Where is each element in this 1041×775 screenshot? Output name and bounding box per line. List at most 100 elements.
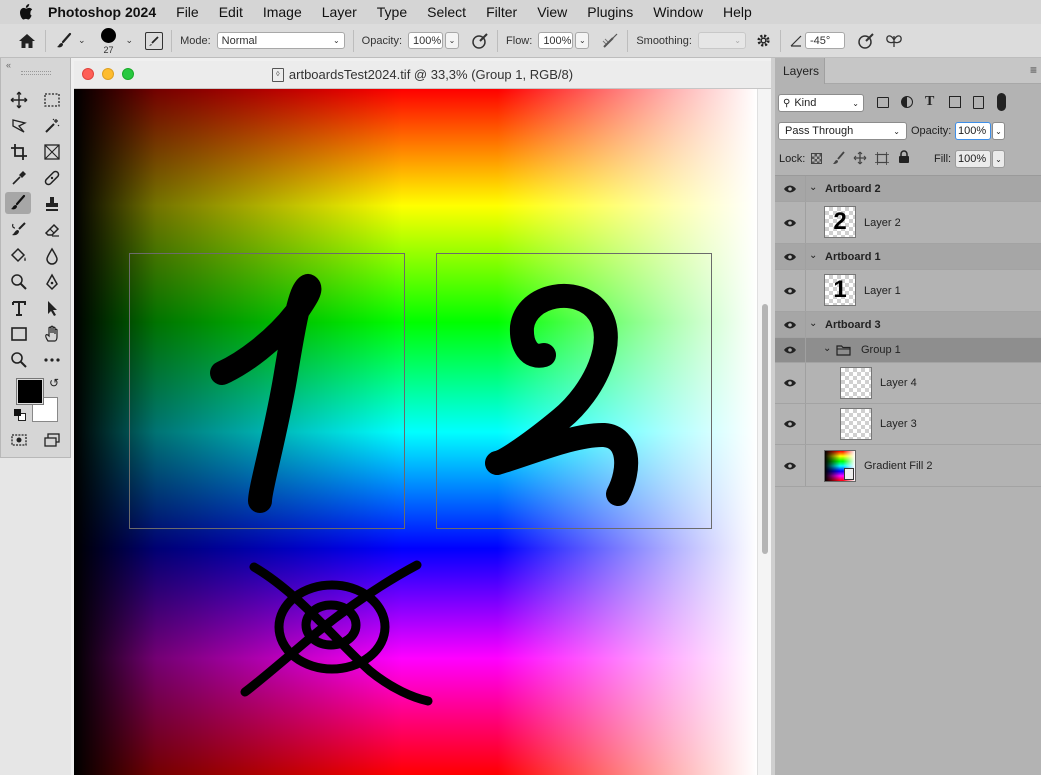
chevron-down-icon[interactable]: ⌄ [126,35,134,46]
filter-smart-object-icon[interactable] [973,96,984,109]
lasso-tool-icon[interactable] [6,115,32,137]
lock-position-icon[interactable] [853,151,867,168]
chevron-down-icon[interactable]: ⌄ [823,343,831,354]
flow-dropdown[interactable]: ⌄ [575,32,590,49]
quick-mask-icon[interactable] [6,429,32,451]
eyedropper-tool-icon[interactable] [6,167,32,189]
menu-help[interactable]: Help [723,4,752,20]
more-tools-icon[interactable] [39,349,65,371]
menu-select[interactable]: Select [427,4,466,20]
layer-row-layer-3[interactable]: Layer 3 [775,404,1041,445]
history-brush-tool-icon[interactable] [6,219,32,241]
symmetry-butterfly-icon[interactable] [885,32,903,50]
fill-field[interactable]: 100% [955,150,991,168]
dodge-tool-icon[interactable] [6,271,32,293]
blur-tool-icon[interactable] [39,245,65,267]
brush-angle-icon[interactable] [789,34,803,48]
brush-angle-field[interactable]: -45° [804,32,845,49]
flow-field[interactable]: 100% [538,32,574,49]
menu-image[interactable]: Image [263,4,302,20]
menu-type[interactable]: Type [377,4,407,20]
layer-opacity-field[interactable]: 100% [955,122,991,140]
pressure-opacity-icon[interactable] [471,32,489,50]
pen-tool-icon[interactable] [39,271,65,293]
layer-row-artboard-2[interactable]: ⌄ Artboard 2 [775,176,1041,202]
clone-stamp-tool-icon[interactable] [39,193,65,215]
smoothing-field[interactable]: ⌄ [697,32,746,49]
visibility-eye-icon[interactable] [783,216,797,230]
brush-preset-picker[interactable]: 27 [96,26,122,56]
fill-dropdown[interactable]: ⌄ [992,150,1005,168]
type-tool-icon[interactable] [6,297,32,319]
frame-tool-icon[interactable] [39,141,65,163]
brush-settings-icon[interactable] [145,31,164,50]
visibility-eye-icon[interactable] [783,284,797,298]
move-tool-icon[interactable] [6,89,32,111]
opacity-dropdown[interactable]: ⌄ [445,32,460,49]
menu-window[interactable]: Window [653,4,703,20]
close-window-button[interactable] [82,68,94,80]
canvas[interactable] [74,89,757,775]
chevron-down-icon[interactable]: ⌄ [78,35,86,46]
swap-colors-icon[interactable]: ↺ [49,376,59,390]
default-colors-icon[interactable] [14,409,26,421]
layer-row-artboard-3[interactable]: ⌄ Artboard 3 [775,312,1041,338]
visibility-eye-icon[interactable] [783,417,797,431]
filter-kind-select[interactable]: ⚲ Kind ⌄ [778,94,864,112]
menu-view[interactable]: View [537,4,567,20]
filter-toggle-icon[interactable] [997,93,1006,111]
lock-image-pixels-icon[interactable] [832,151,846,168]
mode-select[interactable]: Normal ⌄ [216,32,345,49]
pressure-size-icon[interactable] [857,32,875,50]
visibility-eye-icon[interactable] [783,250,797,264]
menu-edit[interactable]: Edit [219,4,243,20]
layer-opacity-dropdown[interactable]: ⌄ [992,122,1005,140]
panel-grip[interactable] [21,71,51,75]
brush-tool-icon[interactable] [54,31,74,51]
foreground-color-swatch[interactable] [16,378,44,405]
visibility-eye-icon[interactable] [783,318,797,332]
filter-adjustment-icon[interactable] [901,96,913,108]
document-title-bar[interactable]: ◊ artboardsTest2024.tif @ 33,3% (Group 1… [74,61,771,89]
apple-icon[interactable] [16,2,36,22]
eraser-tool-icon[interactable] [39,219,65,241]
zoom-window-button[interactable] [122,68,134,80]
menu-layer[interactable]: Layer [322,4,357,20]
vertical-scrollbar[interactable] [757,89,771,775]
layer-row-layer-4[interactable]: Layer 4 [775,363,1041,404]
airbrush-icon[interactable] [601,32,619,50]
chevron-down-icon[interactable]: ⌄ [809,250,817,261]
visibility-eye-icon[interactable] [783,182,797,196]
app-name[interactable]: Photoshop 2024 [48,4,156,20]
chevron-down-icon[interactable]: ⌄ [809,182,817,193]
menu-file[interactable]: File [176,4,199,20]
lock-artboard-nesting-icon[interactable] [875,152,889,168]
magic-wand-tool-icon[interactable] [39,115,65,137]
blend-mode-select[interactable]: Pass Through ⌄ [778,122,907,140]
collapse-panel-icon[interactable]: « [6,60,11,70]
paint-bucket-tool-icon[interactable] [6,245,32,267]
visibility-eye-icon[interactable] [783,376,797,390]
scrollbar-thumb[interactable] [762,304,768,554]
gear-icon[interactable] [756,33,772,49]
layer-row-gradient-fill-2[interactable]: Gradient Fill 2 [775,445,1041,487]
minimize-window-button[interactable] [102,68,114,80]
marquee-tool-icon[interactable] [39,89,65,111]
menu-filter[interactable]: Filter [486,4,517,20]
chevron-down-icon[interactable]: ⌄ [809,318,817,329]
path-selection-tool-icon[interactable] [39,297,65,319]
panel-menu-icon[interactable]: ≡ [1030,63,1037,77]
tab-layers[interactable]: Layers [775,58,825,84]
brush-tool-icon[interactable] [5,192,31,214]
filter-shape-icon[interactable] [949,96,961,108]
filter-type-icon[interactable]: T [925,94,934,110]
opacity-field[interactable]: 100% [408,32,444,49]
home-icon[interactable] [17,31,37,51]
layer-row-layer-1[interactable]: 1 Layer 1 [775,270,1041,312]
layer-row-layer-2[interactable]: 2 Layer 2 [775,202,1041,244]
rectangle-tool-icon[interactable] [6,323,32,345]
hand-tool-icon[interactable] [39,323,65,345]
lock-transparent-pixels-icon[interactable] [811,153,822,164]
healing-brush-tool-icon[interactable] [39,167,65,189]
layer-row-artboard-1[interactable]: ⌄ Artboard 1 [775,244,1041,270]
